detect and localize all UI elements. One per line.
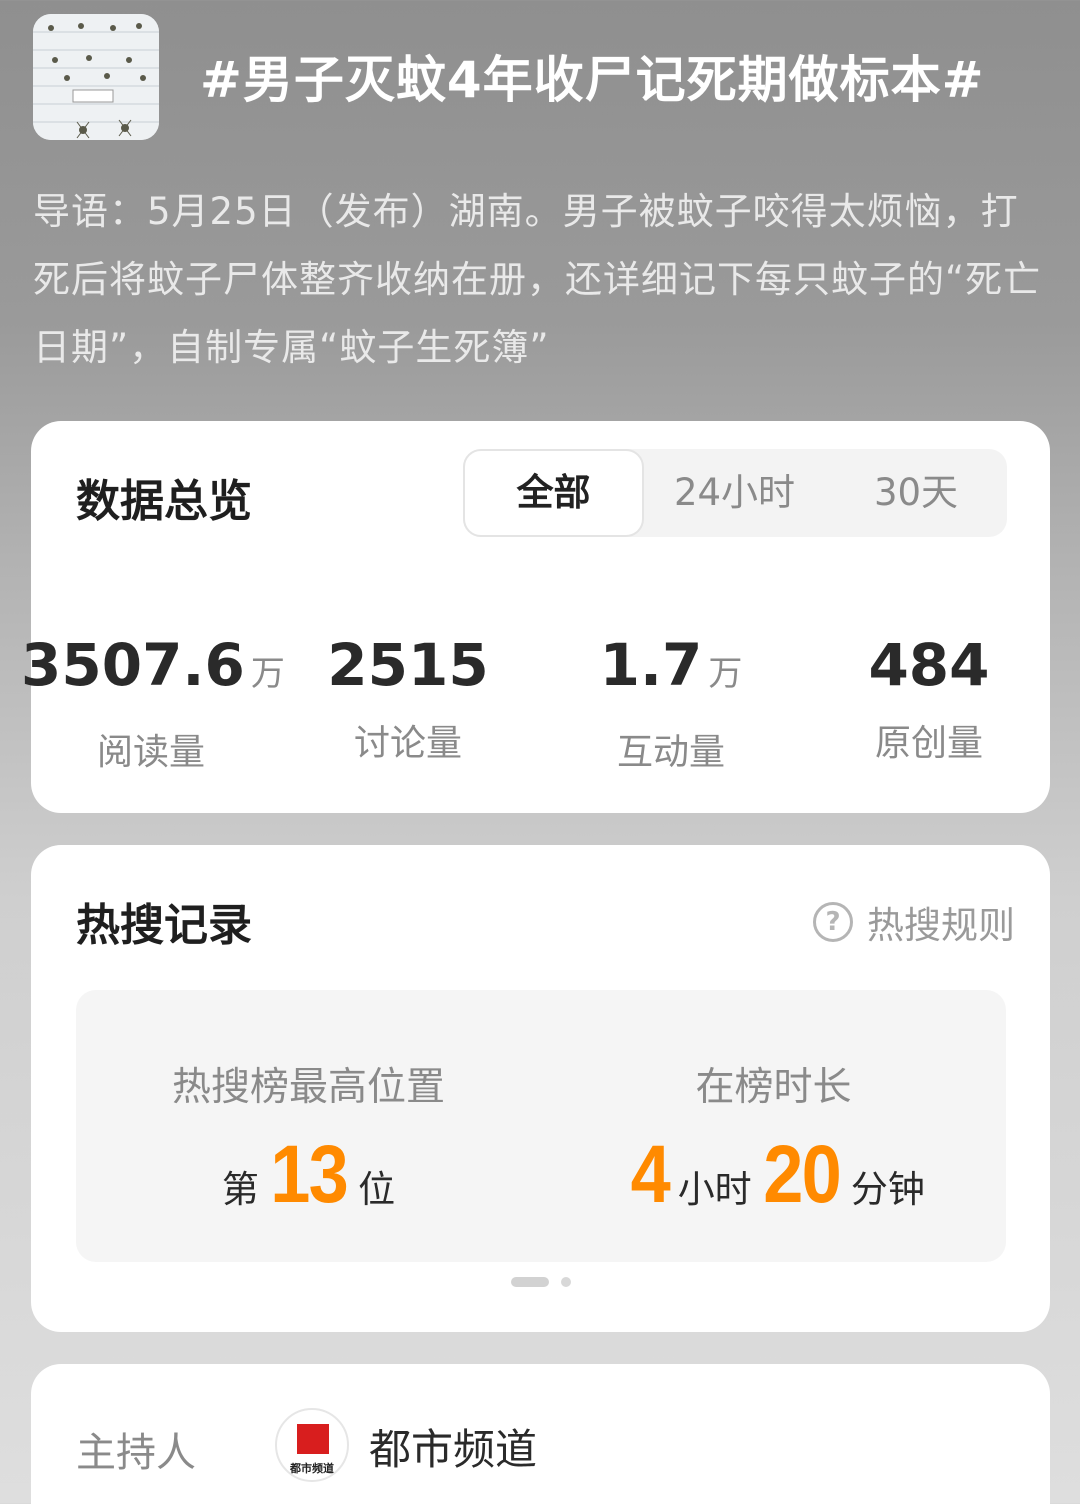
topic-thumbnail[interactable] bbox=[33, 14, 159, 140]
tab-30-days[interactable]: 30天 bbox=[825, 449, 1007, 537]
stat-value: 484 bbox=[868, 631, 990, 699]
pager-dot-active[interactable] bbox=[511, 1277, 549, 1287]
stat-value: 2515 bbox=[327, 631, 489, 699]
stat-interaction-count: 1.7 万 互动量 bbox=[541, 626, 801, 775]
stat-read-count: 3507.6 万 阅读量 bbox=[21, 626, 285, 775]
hot-search-record-card: 热搜记录 ? 热搜规则 热搜榜最高位置 第 13 位 在榜时长 4 小时 20 … bbox=[31, 845, 1050, 1332]
hot-search-stats-box: 热搜榜最高位置 第 13 位 在榜时长 4 小时 20 分钟 bbox=[76, 990, 1006, 1262]
position-suffix: 位 bbox=[358, 1168, 396, 1211]
avatar-caption: 都市频道 bbox=[290, 1462, 334, 1475]
stat-label: 讨论量 bbox=[353, 723, 462, 764]
hot-search-title: 热搜记录 bbox=[76, 900, 252, 951]
channel-logo-icon bbox=[297, 1424, 329, 1454]
carousel-pager bbox=[511, 1277, 571, 1287]
minutes-unit: 分钟 bbox=[850, 1168, 925, 1211]
tab-all[interactable]: 全部 bbox=[463, 449, 644, 537]
overview-title: 数据总览 bbox=[76, 476, 252, 527]
stat-unit: 万 bbox=[708, 654, 743, 694]
stat-value: 1.7 bbox=[599, 631, 703, 699]
stat-original-count: 484 原创量 bbox=[799, 626, 1059, 766]
host-label: 主持人 bbox=[76, 1430, 196, 1476]
stat-discussion-count: 2515 讨论量 bbox=[278, 626, 538, 766]
host-card: 主持人 都市频道 都市频道 bbox=[31, 1364, 1050, 1504]
host-name[interactable]: 都市频道 bbox=[369, 1416, 537, 1477]
stat-label: 原创量 bbox=[874, 723, 983, 764]
topic-intro: 导语：5月25日（发布）湖南。男子被蚊子咬得太烦恼，打死后将蚊子尸体整齐收纳在册… bbox=[33, 190, 1042, 369]
data-overview-card: 数据总览 全部 24小时 30天 3507.6 万 阅读量 2515 讨论量 1.… bbox=[21, 421, 1050, 813]
rules-label: 热搜规则 bbox=[867, 904, 1015, 947]
highest-position-block: 热搜榜最高位置 第 13 位 bbox=[76, 990, 541, 1262]
stat-label: 阅读量 bbox=[96, 732, 205, 773]
duration-minutes: 20 bbox=[762, 1129, 842, 1220]
on-list-duration-block: 在榜时长 4 小时 20 分钟 bbox=[541, 990, 1006, 1262]
host-avatar[interactable]: 都市频道 bbox=[275, 1408, 349, 1482]
time-range-segmented-control: 全部 24小时 30天 bbox=[463, 449, 1007, 537]
hot-search-rules-link[interactable]: ? 热搜规则 bbox=[813, 895, 1015, 949]
pager-dot[interactable] bbox=[561, 1277, 571, 1287]
duration-hours: 4 bbox=[630, 1129, 671, 1220]
hours-unit: 小时 bbox=[677, 1168, 752, 1211]
question-circle-icon: ? bbox=[813, 902, 853, 942]
stat-value: 3507.6 bbox=[21, 631, 245, 699]
duration-label: 在榜时长 bbox=[695, 1065, 852, 1110]
highest-position-label: 热搜榜最高位置 bbox=[171, 1065, 445, 1110]
stat-label: 互动量 bbox=[616, 732, 725, 773]
tab-24-hours[interactable]: 24小时 bbox=[644, 449, 825, 537]
position-prefix: 第 bbox=[221, 1168, 259, 1211]
position-number: 13 bbox=[270, 1129, 349, 1220]
topic-title: #男子灭蚊4年收尸记死期做标本# bbox=[200, 51, 985, 109]
